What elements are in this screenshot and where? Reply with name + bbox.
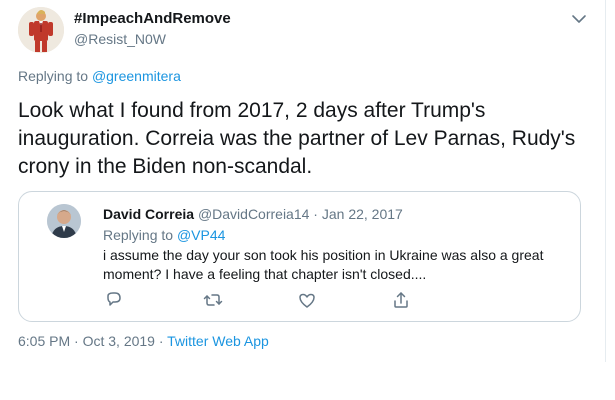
tweet-text: Look what I found from 2017, 2 days afte… <box>18 99 576 178</box>
quoted-handle[interactable]: @DavidCorreia14 <box>198 206 309 222</box>
tweet-timestamp: 6:05 PM · Oct 3, 2019 · Twitter Web App <box>18 333 269 349</box>
quoted-header: David Correia @DavidCorreia14 · Jan 22, … <box>103 206 403 222</box>
quoted-actions <box>19 288 580 312</box>
quoted-display-name[interactable]: David Correia <box>103 206 194 222</box>
source-app-link[interactable]: Twitter Web App <box>167 333 269 349</box>
retweet-icon[interactable] <box>201 288 225 312</box>
tweet-card: #ImpeachAndRemove @Resist_N0W Replying t… <box>0 0 606 362</box>
quoted-replying-to: Replying to @VP44 <box>103 227 225 243</box>
replying-to-label: Replying to <box>18 68 89 84</box>
user-handle[interactable]: @Resist_N0W <box>74 31 166 47</box>
quoted-replying-to-link[interactable]: @VP44 <box>177 227 225 243</box>
quoted-tweet[interactable]: David Correia @DavidCorreia14 · Jan 22, … <box>18 191 581 322</box>
replying-to-link[interactable]: @greenmitera <box>92 68 181 84</box>
quoted-replying-to-label: Replying to <box>103 227 174 243</box>
like-icon[interactable] <box>295 288 319 312</box>
chevron-down-icon[interactable] <box>570 12 588 24</box>
reply-icon[interactable] <box>101 288 125 312</box>
avatar[interactable] <box>18 7 64 53</box>
quoted-text: i assume the day your son took his posit… <box>103 247 544 282</box>
share-icon[interactable] <box>389 288 413 312</box>
timestamp-text[interactable]: 6:05 PM · Oct 3, 2019 · <box>18 333 167 349</box>
quoted-date: · Jan 22, 2017 <box>309 206 403 222</box>
replying-to: Replying to @greenmitera <box>18 68 181 84</box>
quoted-avatar[interactable] <box>47 204 81 238</box>
display-name[interactable]: #ImpeachAndRemove <box>74 10 231 27</box>
